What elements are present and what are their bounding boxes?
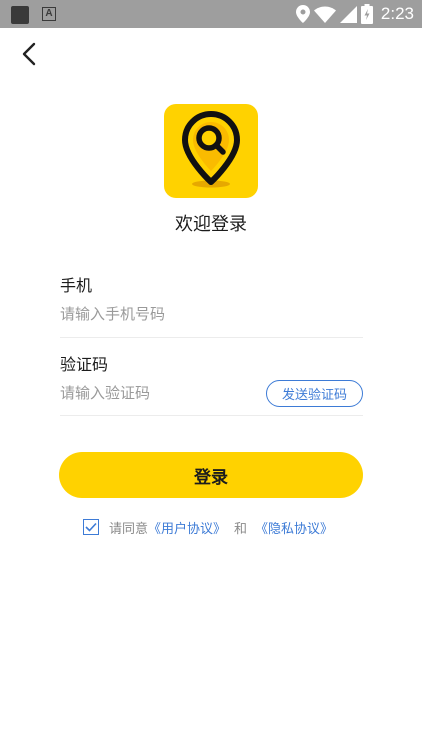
clock: 2:23 bbox=[380, 4, 414, 23]
phone-divider bbox=[60, 337, 363, 338]
code-input[interactable] bbox=[60, 378, 260, 408]
back-button[interactable] bbox=[18, 40, 42, 68]
code-divider bbox=[60, 415, 363, 416]
app-notification-icon: A bbox=[42, 7, 56, 21]
location-icon bbox=[295, 5, 310, 23]
app-logo bbox=[164, 104, 258, 198]
agreement-row: 请同意 《用户协议》 和 《隐私协议》 bbox=[83, 517, 333, 537]
page-title: 欢迎登录 bbox=[175, 214, 247, 235]
code-label: 验证码 bbox=[60, 355, 109, 374]
map-pin-search-icon bbox=[182, 111, 240, 188]
notification-icon bbox=[11, 6, 29, 24]
check-icon bbox=[85, 522, 97, 532]
phone-input[interactable] bbox=[60, 299, 362, 329]
battery-icon bbox=[360, 4, 373, 24]
status-bar: A 2:23 bbox=[0, 0, 422, 28]
agreement-checkbox[interactable] bbox=[83, 519, 99, 535]
login-button[interactable]: 登录 bbox=[59, 452, 363, 498]
send-code-button[interactable]: 发送验证码 bbox=[266, 380, 363, 407]
signal-icon bbox=[339, 5, 357, 23]
wifi-icon bbox=[313, 6, 336, 23]
agreement-prefix: 请同意 bbox=[109, 521, 149, 537]
back-arrow-icon bbox=[22, 42, 36, 66]
agreement-and: 和 bbox=[234, 521, 248, 537]
privacy-agreement-link[interactable]: 《隐私协议》 bbox=[255, 518, 333, 537]
phone-label: 手机 bbox=[60, 276, 93, 295]
status-icons: 2:23 bbox=[295, 0, 414, 28]
user-agreement-link[interactable]: 《用户协议》 bbox=[148, 518, 226, 537]
